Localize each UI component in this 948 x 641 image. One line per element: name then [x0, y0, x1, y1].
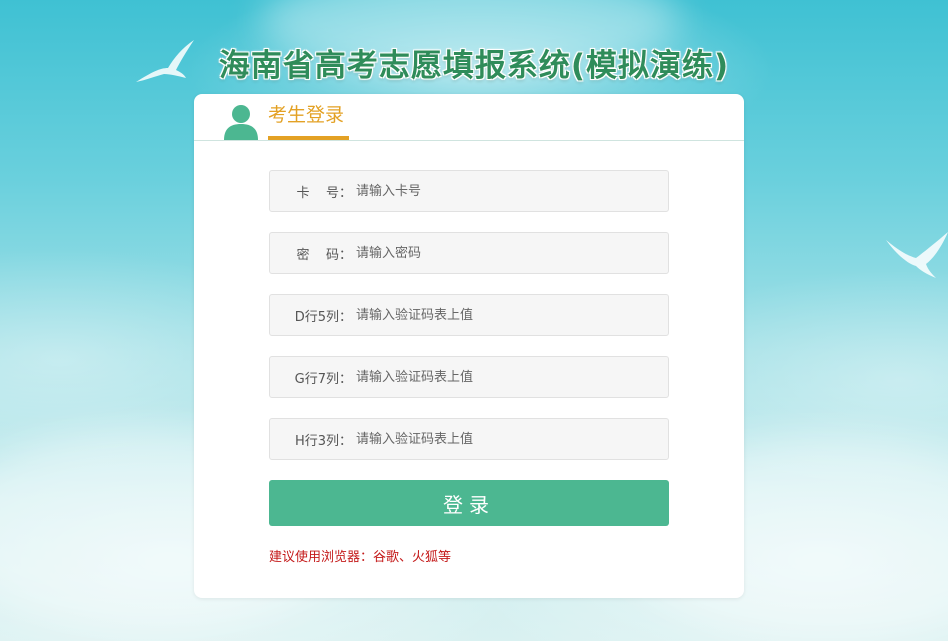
page-title: 海南省高考志愿填报系统(模拟演练) [218, 48, 730, 84]
password-field: 密 码： [269, 232, 669, 274]
verify-code-g7-input[interactable] [352, 358, 668, 396]
password-input[interactable] [352, 234, 668, 272]
login-button[interactable]: 登录 [269, 480, 669, 526]
password-label: 密 码： [296, 247, 352, 263]
verify-code-g7-label: G行7列： [294, 371, 352, 387]
card-number-input[interactable] [352, 172, 668, 210]
tab-student-login[interactable]: 考生登录 [268, 102, 349, 140]
verify-code-g7-field: G行7列： [269, 356, 669, 398]
verify-code-d5-label: D行5列： [294, 309, 352, 325]
seagull-decoration-icon [886, 232, 948, 278]
verify-code-h3-label: H行3列： [294, 433, 352, 449]
browser-recommendation-text: 建议使用浏览器：谷歌、火狐等 [269, 550, 452, 565]
login-panel-header: 考生登录 [194, 94, 744, 141]
user-icon [224, 105, 258, 140]
verify-code-h3-input[interactable] [352, 420, 668, 458]
verify-code-h3-field: H行3列： [269, 418, 669, 460]
login-form: 卡 号： 密 码： D行5列： G行7列： H行3列： 登录 建议使用浏览器：谷 [269, 170, 669, 565]
card-number-label: 卡 号： [296, 185, 352, 201]
verify-code-d5-input[interactable] [352, 296, 668, 334]
verify-code-d5-field: D行5列： [269, 294, 669, 336]
card-number-field: 卡 号： [269, 170, 669, 212]
login-page-background: 海南省高考志愿填报系统(模拟演练) 考生登录 卡 号： 密 码： D行5列： [0, 0, 948, 641]
login-panel: 考生登录 卡 号： 密 码： D行5列： G行7列： H行3列： [194, 94, 744, 598]
